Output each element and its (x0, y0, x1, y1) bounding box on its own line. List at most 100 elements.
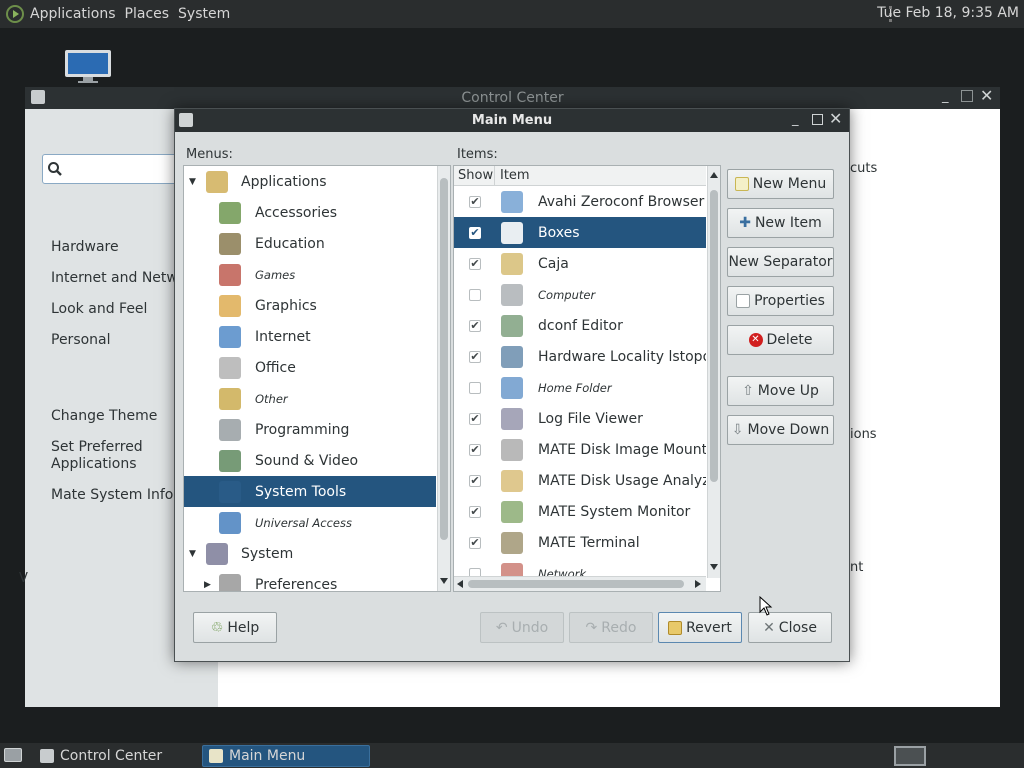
show-checkbox[interactable]: ✔ (469, 474, 481, 487)
minimize-icon[interactable]: _ (792, 113, 799, 127)
maximize-icon[interactable] (812, 114, 823, 125)
close-button[interactable]: ✕ Close (748, 612, 832, 643)
home-folder-icon (501, 376, 523, 399)
expander-open-icon[interactable]: ▼ (189, 549, 196, 559)
items-list[interactable]: Show Item ✔ Avahi Zeroconf Browser ✔ Boxes ✔… (453, 165, 721, 592)
show-checkbox[interactable] (469, 381, 481, 394)
menu-tree-item[interactable]: Education (184, 228, 436, 259)
menu-tree-item[interactable]: Accessories (184, 197, 436, 228)
menu-tree-item[interactable]: ▶ Preferences (184, 569, 436, 591)
item-row[interactable]: Computer (454, 279, 706, 310)
item-row[interactable]: Home Folder (454, 372, 706, 403)
item-row[interactable]: ✔ MATE System Monitor (454, 496, 706, 527)
system-tools-icon (219, 480, 241, 503)
show-checkbox[interactable]: ✔ (469, 257, 481, 270)
applications-icon (206, 170, 228, 193)
menu-system[interactable]: System (178, 6, 230, 22)
universal-access-icon (219, 511, 241, 534)
sidebar-group-personal[interactable]: Personal (51, 332, 111, 349)
redo-button[interactable]: ↷ Redo (569, 612, 653, 643)
sidebar-group-look-and-feel[interactable]: Look and Feel (51, 301, 147, 318)
search-input[interactable] (42, 154, 182, 184)
item-row[interactable]: ✔ MATE Terminal (454, 527, 706, 558)
expander-open-icon[interactable]: ▼ (189, 177, 196, 187)
sidebar-action-system-info[interactable]: Mate System Info (51, 487, 173, 504)
task-main-menu[interactable]: Main Menu (202, 745, 370, 767)
minimize-icon[interactable]: _ (942, 90, 949, 104)
show-checkbox[interactable]: ✔ (469, 226, 481, 239)
show-desktop-icon[interactable] (4, 748, 22, 762)
menu-places[interactable]: Places (125, 6, 170, 22)
menus-scrollbar[interactable] (437, 166, 450, 591)
show-checkbox[interactable]: ✔ (469, 505, 481, 518)
undo-button[interactable]: ↶ Undo (480, 612, 564, 643)
revert-button[interactable]: Revert (658, 612, 742, 643)
show-checkbox[interactable]: ✔ (469, 443, 481, 456)
menu-tree-item[interactable]: Graphics (184, 290, 436, 321)
move-down-button[interactable]: ⇩ Move Down (727, 415, 834, 445)
menu-tree-item[interactable]: Universal Access (184, 507, 436, 538)
scroll-down-icon[interactable] (710, 564, 718, 570)
menu-tree-label: Office (255, 359, 296, 376)
show-checkbox[interactable]: ✔ (469, 195, 481, 208)
task-control-center[interactable]: Control Center (34, 745, 199, 767)
column-item[interactable]: Item (500, 168, 530, 183)
menu-tree-item[interactable]: Other (184, 383, 436, 414)
show-checkbox[interactable]: ✔ (469, 412, 481, 425)
items-scrollbar-thumb[interactable] (710, 190, 718, 482)
scroll-up-icon[interactable] (710, 172, 718, 178)
system-monitor-icon (501, 500, 523, 523)
close-icon[interactable]: ✕ (829, 111, 842, 127)
menu-applications[interactable]: Applications (30, 6, 116, 22)
search-icon (48, 162, 62, 176)
properties-button[interactable]: Properties (727, 286, 834, 316)
scroll-down-icon[interactable] (440, 578, 448, 584)
menu-tree-item[interactable]: Office (184, 352, 436, 383)
item-row[interactable]: ✔ Caja (454, 248, 706, 279)
menus-tree[interactable]: ▼ Applications Accessories Education Games Gr… (183, 165, 451, 592)
new-separator-button[interactable]: New Separator (727, 247, 834, 277)
sidebar-action-preferred-apps[interactable]: Set Preferred Applications (51, 439, 171, 473)
close-icon[interactable]: ✕ (980, 88, 993, 104)
item-row[interactable]: ✔ Boxes (454, 217, 706, 248)
menu-tree-item[interactable]: Programming (184, 414, 436, 445)
item-row[interactable]: ✔ MATE Disk Usage Analyzer (454, 465, 706, 496)
item-row[interactable]: ✔ Log File Viewer (454, 403, 706, 434)
menu-tree-item[interactable]: Games (184, 259, 436, 290)
item-row[interactable]: ✔ Hardware Locality lstopo (454, 341, 706, 372)
computer-desktop-icon[interactable] (64, 50, 112, 84)
sidebar-action-change-theme[interactable]: Change Theme (51, 408, 157, 425)
item-row[interactable]: ✔ MATE Disk Image Mounter (454, 434, 706, 465)
show-checkbox[interactable]: ✔ (469, 536, 481, 549)
scroll-left-icon[interactable] (457, 580, 463, 588)
menu-tree-item[interactable]: ▼ System (184, 538, 436, 569)
show-checkbox[interactable]: ✔ (469, 350, 481, 363)
workspace-switcher[interactable] (894, 746, 926, 766)
clock[interactable]: Tue Feb 18, 9:35 AM (877, 5, 1019, 21)
new-menu-button[interactable]: New Menu (727, 169, 834, 199)
sidebar-group-hardware[interactable]: Hardware (51, 239, 119, 256)
column-show[interactable]: Show (458, 168, 493, 183)
items-hscrollbar[interactable] (454, 576, 706, 591)
menu-tree-item[interactable]: System Tools (184, 476, 436, 507)
menu-tree-item[interactable]: Internet (184, 321, 436, 352)
items-hscrollbar-thumb[interactable] (468, 580, 684, 588)
maximize-icon[interactable] (961, 90, 973, 102)
scroll-right-icon[interactable] (695, 580, 701, 588)
show-checkbox[interactable] (469, 567, 481, 576)
help-button[interactable]: ♲ Help (193, 612, 277, 643)
menu-tree-item[interactable]: Sound & Video (184, 445, 436, 476)
mate-logo-icon[interactable] (6, 5, 24, 23)
new-item-button[interactable]: ✚ New Item (727, 208, 834, 238)
expander-closed-icon[interactable]: ▶ (204, 580, 211, 590)
item-row[interactable]: Network (454, 558, 706, 576)
item-row[interactable]: ✔ Avahi Zeroconf Browser (454, 186, 706, 217)
delete-button[interactable]: ✕ Delete (727, 325, 834, 355)
items-scrollbar[interactable] (707, 166, 720, 578)
move-up-button[interactable]: ⇧ Move Up (727, 376, 834, 406)
item-row[interactable]: ✔ dconf Editor (454, 310, 706, 341)
show-checkbox[interactable] (469, 288, 481, 301)
menu-tree-item[interactable]: ▼ Applications (184, 166, 436, 197)
show-checkbox[interactable]: ✔ (469, 319, 481, 332)
menus-scrollbar-thumb[interactable] (440, 178, 448, 540)
